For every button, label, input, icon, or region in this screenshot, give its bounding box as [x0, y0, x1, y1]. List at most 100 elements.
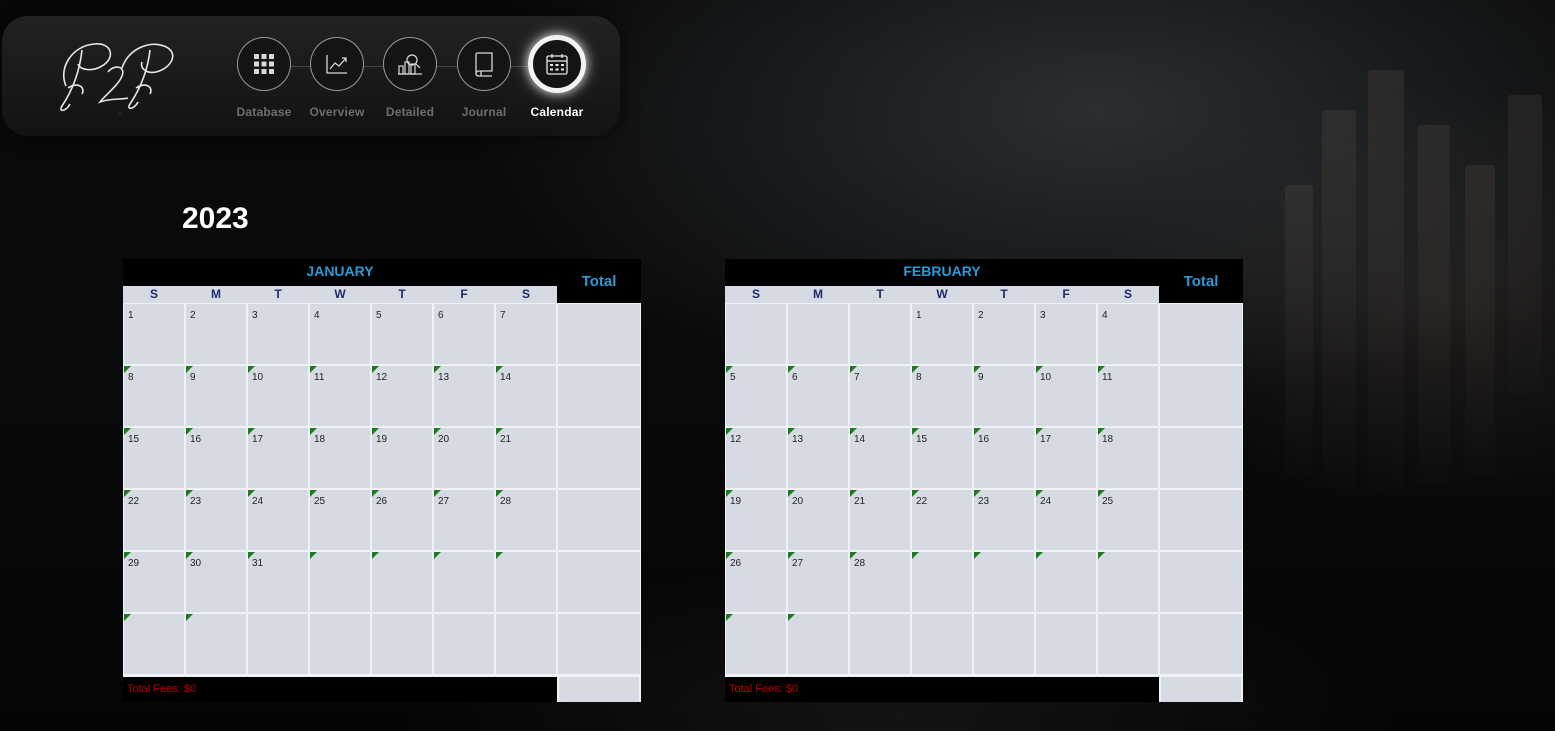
week-total-cell[interactable] — [558, 428, 640, 488]
nav-button-database[interactable] — [237, 37, 291, 91]
day-cell[interactable]: 6 — [434, 304, 494, 364]
day-cell[interactable]: 5 — [372, 304, 432, 364]
day-cell[interactable] — [496, 614, 556, 674]
day-cell[interactable]: 5 — [726, 366, 786, 426]
day-cell[interactable] — [788, 614, 848, 674]
day-cell[interactable]: 17 — [1036, 428, 1096, 488]
day-cell[interactable]: 21 — [850, 490, 910, 550]
day-cell[interactable]: 23 — [186, 490, 246, 550]
day-cell[interactable]: 8 — [912, 366, 972, 426]
day-cell[interactable]: 20 — [434, 428, 494, 488]
day-cell[interactable]: 9 — [974, 366, 1034, 426]
day-cell[interactable]: 4 — [310, 304, 370, 364]
day-cell[interactable]: 10 — [248, 366, 308, 426]
day-cell[interactable]: 13 — [434, 366, 494, 426]
week-total-cell[interactable] — [1160, 614, 1242, 674]
day-cell[interactable] — [726, 614, 786, 674]
day-cell[interactable] — [1098, 552, 1158, 612]
day-cell[interactable]: 18 — [310, 428, 370, 488]
day-cell[interactable] — [974, 614, 1034, 674]
day-cell[interactable] — [850, 614, 910, 674]
day-cell[interactable] — [974, 552, 1034, 612]
day-cell[interactable]: 20 — [788, 490, 848, 550]
week-total-cell[interactable] — [558, 614, 640, 674]
day-cell[interactable]: 26 — [372, 490, 432, 550]
day-cell[interactable]: 16 — [186, 428, 246, 488]
day-cell[interactable]: 3 — [1036, 304, 1096, 364]
day-cell[interactable]: 9 — [186, 366, 246, 426]
week-total-cell[interactable] — [1160, 304, 1242, 364]
day-cell[interactable] — [1036, 614, 1096, 674]
day-cell[interactable] — [912, 552, 972, 612]
day-cell[interactable]: 31 — [248, 552, 308, 612]
day-cell[interactable]: 25 — [1098, 490, 1158, 550]
day-cell[interactable]: 25 — [310, 490, 370, 550]
week-total-cell[interactable] — [558, 366, 640, 426]
day-cell[interactable] — [434, 552, 494, 612]
day-cell[interactable] — [310, 614, 370, 674]
day-cell[interactable] — [434, 614, 494, 674]
week-total-cell[interactable] — [1160, 552, 1242, 612]
day-cell[interactable] — [248, 614, 308, 674]
day-cell[interactable]: 1 — [912, 304, 972, 364]
day-cell[interactable] — [788, 304, 848, 364]
day-cell[interactable]: 19 — [726, 490, 786, 550]
day-cell[interactable]: 1 — [124, 304, 184, 364]
day-cell[interactable]: 15 — [912, 428, 972, 488]
day-cell[interactable]: 11 — [310, 366, 370, 426]
day-cell[interactable]: 14 — [850, 428, 910, 488]
day-cell[interactable] — [1098, 614, 1158, 674]
day-cell[interactable]: 23 — [974, 490, 1034, 550]
day-cell[interactable]: 27 — [788, 552, 848, 612]
day-cell[interactable]: 29 — [124, 552, 184, 612]
week-total-cell[interactable] — [1160, 490, 1242, 550]
day-cell[interactable]: 2 — [974, 304, 1034, 364]
day-cell[interactable]: 18 — [1098, 428, 1158, 488]
day-cell[interactable]: 24 — [248, 490, 308, 550]
day-cell[interactable]: 22 — [912, 490, 972, 550]
day-cell[interactable]: 17 — [248, 428, 308, 488]
day-cell[interactable]: 14 — [496, 366, 556, 426]
day-cell[interactable] — [1036, 552, 1096, 612]
fees-total-cell[interactable] — [1159, 677, 1243, 702]
day-cell[interactable] — [124, 614, 184, 674]
day-cell[interactable]: 30 — [186, 552, 246, 612]
day-cell[interactable]: 12 — [372, 366, 432, 426]
week-total-cell[interactable] — [558, 490, 640, 550]
day-cell[interactable] — [496, 552, 556, 612]
week-total-cell[interactable] — [1160, 366, 1242, 426]
day-cell[interactable]: 7 — [850, 366, 910, 426]
day-cell[interactable]: 7 — [496, 304, 556, 364]
day-cell[interactable]: 4 — [1098, 304, 1158, 364]
day-cell[interactable] — [186, 614, 246, 674]
day-cell[interactable]: 15 — [124, 428, 184, 488]
day-cell[interactable]: 28 — [496, 490, 556, 550]
day-cell[interactable]: 28 — [850, 552, 910, 612]
day-cell[interactable] — [310, 552, 370, 612]
week-total-cell[interactable] — [558, 304, 640, 364]
day-cell[interactable]: 21 — [496, 428, 556, 488]
day-cell[interactable] — [726, 304, 786, 364]
fees-total-cell[interactable] — [557, 677, 641, 702]
day-cell[interactable]: 3 — [248, 304, 308, 364]
nav-button-overview[interactable] — [310, 37, 364, 91]
nav-button-detailed[interactable] — [383, 37, 437, 91]
week-total-cell[interactable] — [558, 552, 640, 612]
day-cell[interactable] — [372, 614, 432, 674]
day-cell[interactable] — [912, 614, 972, 674]
day-cell[interactable]: 11 — [1098, 366, 1158, 426]
day-cell[interactable]: 13 — [788, 428, 848, 488]
day-cell[interactable]: 16 — [974, 428, 1034, 488]
day-cell[interactable]: 8 — [124, 366, 184, 426]
day-cell[interactable]: 19 — [372, 428, 432, 488]
day-cell[interactable]: 24 — [1036, 490, 1096, 550]
nav-item-calendar[interactable]: Calendar — [512, 35, 602, 119]
day-cell[interactable] — [850, 304, 910, 364]
day-cell[interactable] — [372, 552, 432, 612]
day-cell[interactable]: 10 — [1036, 366, 1096, 426]
day-cell[interactable]: 2 — [186, 304, 246, 364]
nav-button-calendar[interactable] — [528, 35, 586, 93]
nav-button-journal[interactable] — [457, 37, 511, 91]
week-total-cell[interactable] — [1160, 428, 1242, 488]
day-cell[interactable]: 27 — [434, 490, 494, 550]
